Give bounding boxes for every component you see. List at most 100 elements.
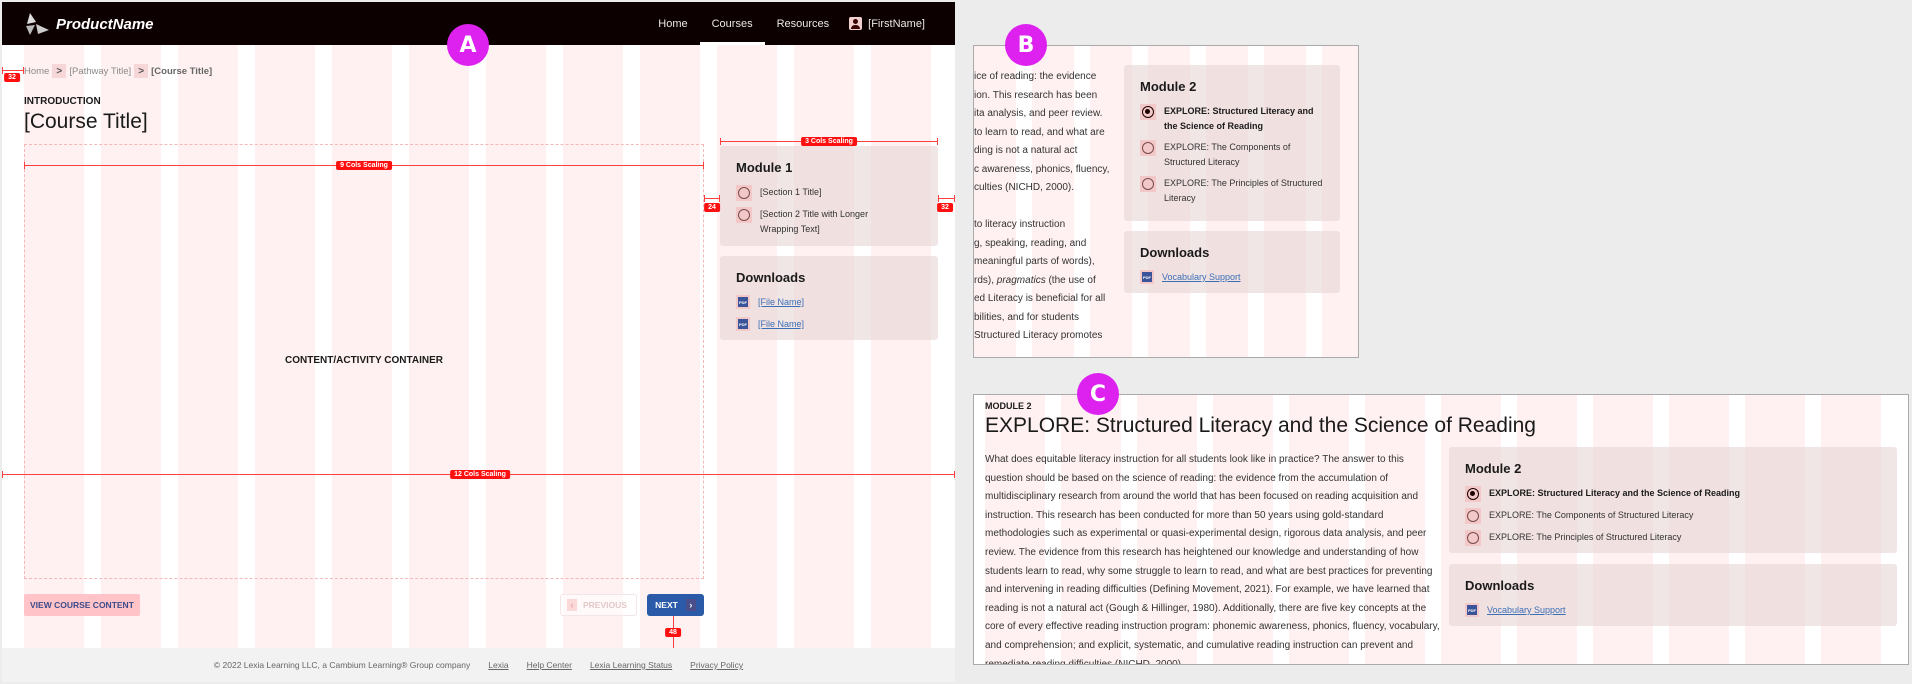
file-link[interactable]: Vocabulary Support (1487, 605, 1566, 615)
section-label: EXPLORE: The Principles of Structured Li… (1164, 178, 1323, 203)
artboard-c-wide-layout: MODULE 2 EXPLORE: Structured Literacy an… (973, 394, 1909, 665)
text-line: meaningful parts of words), (974, 256, 1095, 267)
section-eyebrow: INTRODUCTION (24, 96, 101, 107)
file-link[interactable]: [File Name] (758, 297, 804, 307)
next-button[interactable]: NEXT › (647, 594, 704, 616)
download-item[interactable]: PDF [File Name] (736, 295, 922, 309)
radio-unchecked-icon (1465, 508, 1481, 524)
canvas: ProductName Home Courses Resources [Firs… (0, 0, 1912, 684)
artboard-a-desktop-layout: ProductName Home Courses Resources [Firs… (2, 2, 955, 682)
breadcrumb-current: [Course Title] (151, 65, 213, 77)
text-line: Structured Literacy promotes (974, 330, 1103, 341)
pdf-file-icon: PDF (736, 317, 750, 331)
product-name: ProductName (56, 15, 154, 33)
text-line: ion. This research has been (974, 89, 1098, 101)
breadcrumb-home[interactable]: Home (24, 66, 49, 77)
view-course-content-button[interactable]: VIEW COURSE CONTENT (24, 594, 140, 616)
radio-unchecked-icon (1140, 140, 1156, 156)
radio-unchecked-icon (736, 207, 752, 223)
page-title: [Course Title] (24, 110, 148, 133)
radio-unchecked-icon (1140, 176, 1156, 192)
marker-b: B (1005, 24, 1047, 66)
section-label: EXPLORE: The Components of Structured Li… (1164, 142, 1291, 167)
file-link[interactable]: [File Name] (758, 319, 804, 329)
left-margin-tag: 32 (4, 73, 20, 82)
download-item[interactable]: PDF [File Name] (736, 317, 922, 331)
section-label: [Section 1 Title] (760, 187, 822, 197)
section-item[interactable]: [Section 1 Title] (736, 185, 922, 201)
breadcrumb-pathway[interactable]: [Pathway Title] (69, 66, 131, 77)
section-label: [Section 2 Title with Longer Wrapping Te… (760, 209, 869, 234)
module-eyebrow: MODULE 2 (985, 401, 1032, 411)
right-margin-measure (938, 195, 955, 202)
nav-item-home[interactable]: Home (646, 2, 699, 45)
marker-a: A (447, 24, 489, 66)
copyright-text: © 2022 Lexia Learning LLC, a Cambium Lea… (213, 660, 471, 670)
grid-column (871, 2, 931, 682)
grid-column (794, 2, 854, 682)
previous-button[interactable]: ‹ PREVIOUS (560, 594, 637, 616)
section-item[interactable]: EXPLORE: The Components of Structured Li… (1465, 508, 1881, 524)
nav-menu: Home Courses Resources [FirstName] (646, 2, 925, 45)
module-card: Module 2 EXPLORE: Structured Literacy an… (1124, 65, 1340, 221)
section-item[interactable]: EXPLORE: The Principles of Structured Li… (1140, 176, 1324, 206)
chevron-right-icon: > (52, 64, 67, 78)
section-label: EXPLORE: The Principles of Structured Li… (1489, 532, 1682, 542)
nav-item-courses[interactable]: Courses (699, 2, 765, 45)
nine-cols-tag: 9 Cols Scaling (336, 161, 392, 170)
content-container-label: CONTENT/ACTIVITY CONTAINER (285, 355, 443, 366)
text-line: c awareness, phonics, fluency, (974, 163, 1110, 175)
gutter-measure (704, 195, 720, 202)
downloads-card: Downloads PDF [File Name] PDF [File Name… (720, 256, 938, 340)
pdf-file-icon: PDF (1465, 603, 1479, 617)
module-card: Module 2 EXPLORE: Structured Literacy an… (1449, 447, 1897, 553)
section-item-active[interactable]: EXPLORE: Structured Literacy and the Sci… (1140, 104, 1324, 134)
module-card-title: Module 2 (1465, 461, 1522, 476)
user-menu[interactable]: [FirstName] (841, 17, 925, 30)
footer-link-privacy[interactable]: Privacy Policy (690, 660, 743, 670)
section-item-active[interactable]: EXPLORE: Structured Literacy and the Sci… (1465, 486, 1881, 502)
footer-link-lexia[interactable]: Lexia (488, 660, 508, 670)
section-item[interactable]: EXPLORE: The Principles of Structured Li… (1465, 530, 1881, 546)
footer: © 2022 Lexia Learning LLC, a Cambium Lea… (2, 648, 955, 682)
text-line: ed Literacy is beneficial for all (974, 293, 1106, 304)
chevron-right-icon: › (685, 599, 696, 611)
section-label: EXPLORE: Structured Literacy and the Sci… (1164, 106, 1314, 131)
section-item[interactable]: [Section 2 Title with Longer Wrapping Te… (736, 207, 922, 237)
text-line: ice of reading: the evidence (974, 71, 1097, 82)
text-line (974, 198, 1114, 217)
section-label: EXPLORE: The Components of Structured Li… (1489, 510, 1694, 520)
lesson-title: EXPLORE: Structured Literacy and the Sci… (985, 414, 1536, 437)
downloads-card: Downloads PDF Vocabulary Support (1124, 231, 1340, 293)
left-margin-measure (2, 67, 24, 74)
text-line: ding is not a natural act (974, 145, 1078, 156)
text-line: to literacy instruction (974, 219, 1066, 230)
download-item[interactable]: PDF Vocabulary Support (1465, 603, 1881, 617)
section-item[interactable]: EXPLORE: The Components of Structured Li… (1140, 140, 1324, 170)
bottom-spacing-tag: 48 (665, 628, 681, 637)
chevron-left-icon: ‹ (567, 599, 577, 611)
user-name: [FirstName] (868, 17, 925, 30)
radio-unchecked-icon (736, 185, 752, 201)
pdf-file-icon: PDF (1140, 270, 1154, 284)
marker-c: C (1077, 373, 1119, 415)
content-activity-container: CONTENT/ACTIVITY CONTAINER (24, 144, 704, 579)
download-item[interactable]: PDF Vocabulary Support (1140, 270, 1324, 284)
file-link[interactable]: Vocabulary Support (1162, 272, 1241, 282)
radio-checked-icon (1465, 486, 1481, 502)
radio-checked-icon (1140, 104, 1156, 120)
module-card: Module 1 [Section 1 Title] [Section 2 Ti… (720, 146, 938, 246)
text-line: to learn to read, and what are (974, 126, 1105, 138)
text-line: ita analysis, and peer review. (974, 108, 1103, 119)
twelve-cols-tag: 12 Cols Scaling (450, 470, 510, 479)
module-card-title: Module 1 (736, 160, 793, 175)
body-text-excerpt: ice of reading: the evidence ion. This re… (974, 68, 1114, 346)
nav-item-resources[interactable]: Resources (765, 2, 842, 45)
lesson-body-text: What does equitable literacy instruction… (985, 454, 1440, 665)
logo-mark-icon (26, 13, 49, 35)
module-card-title: Module 2 (1140, 79, 1197, 94)
product-logo[interactable]: ProductName (24, 12, 154, 36)
footer-link-status[interactable]: Lexia Learning Status (590, 660, 672, 670)
pdf-file-icon: PDF (736, 295, 750, 309)
footer-link-help-center[interactable]: Help Center (527, 660, 572, 670)
